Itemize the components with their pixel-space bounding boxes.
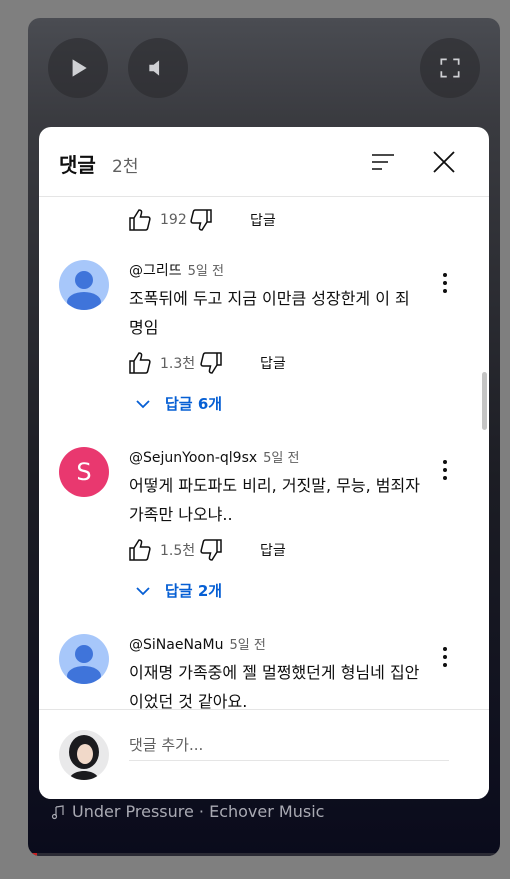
progress-bar[interactable] xyxy=(28,853,500,856)
reply-button[interactable]: 답글 xyxy=(250,210,276,230)
comment-author[interactable]: @SejunYoon-ql9sx 5일 전 xyxy=(129,447,299,466)
fullscreen-button[interactable] xyxy=(420,38,480,98)
view-replies-button[interactable]: 답글 2개 xyxy=(135,580,222,601)
comment-composer xyxy=(39,709,489,799)
comment-actions: 1.5천 답글 xyxy=(127,537,286,563)
user-avatar xyxy=(59,730,109,780)
comment-time: 5일 전 xyxy=(263,451,300,466)
comment-time: 5일 전 xyxy=(229,638,266,653)
comments-count: 2천 xyxy=(112,157,139,177)
comment-author[interactable]: @그리뜨 5일 전 xyxy=(129,260,224,280)
like-count: 1.3천 xyxy=(160,356,196,372)
like-count: 1.5천 xyxy=(160,543,196,559)
comments-list[interactable]: 192 답글 @그리뜨 5일 전 조폭뒤에 두고 지금 이만큼 성장한게 이 죄명… xyxy=(39,197,489,709)
replies-count: 답글 2개 xyxy=(165,582,223,600)
song-info[interactable]: Under Pressure · Echover Music xyxy=(50,802,324,821)
avatar-initial: S xyxy=(76,458,92,486)
play-button[interactable] xyxy=(48,38,108,98)
song-title: Under Pressure · Echover Music xyxy=(72,802,325,821)
volume-button[interactable] xyxy=(128,38,188,98)
reply-button[interactable]: 답글 xyxy=(260,540,286,560)
like-icon[interactable] xyxy=(127,207,153,233)
comments-sheet: 댓글 2천 192 답글 @그리뜨 5일 전 조폭뒤에 두고 지금 이만큼 성장… xyxy=(39,127,489,799)
author-name[interactable]: @SiNaeNaMu xyxy=(129,637,223,653)
view-replies-button[interactable]: 답글 6개 xyxy=(135,393,222,414)
like-icon[interactable] xyxy=(127,350,153,376)
comment-actions: 1.3천 답글 xyxy=(127,350,286,376)
default-avatar-icon xyxy=(59,634,109,684)
author-name[interactable]: @그리뜨 xyxy=(129,263,182,279)
avatar[interactable] xyxy=(59,260,109,310)
fullscreen-icon xyxy=(440,58,460,78)
chevron-down-icon xyxy=(136,586,150,595)
comment-text: 이재명 가족중에 젤 멀쩡했던게 형님네 집안이었던 것 같아요. xyxy=(129,663,420,709)
dislike-icon[interactable] xyxy=(198,537,224,563)
close-icon[interactable] xyxy=(431,149,457,175)
play-icon xyxy=(72,59,87,77)
scrollbar[interactable] xyxy=(482,372,487,430)
comment-actions: 192 답글 xyxy=(127,207,276,233)
volume-icon xyxy=(149,60,160,76)
dislike-icon[interactable] xyxy=(188,207,214,233)
comment-text: 어떻게 파도파도 비리, 거짓말, 무능, 범죄자 가족만 나오냐.. xyxy=(129,476,420,524)
comment-time: 5일 전 xyxy=(187,264,224,279)
like-icon[interactable] xyxy=(127,537,153,563)
author-name[interactable]: @SejunYoon-ql9sx xyxy=(129,450,257,466)
default-avatar-icon xyxy=(59,260,109,310)
comment-author[interactable]: @SiNaeNaMu 5일 전 xyxy=(129,634,266,653)
comments-title: 댓글 xyxy=(59,153,96,177)
comments-header: 댓글 2천 xyxy=(39,127,489,197)
reply-button[interactable]: 답글 xyxy=(260,353,286,373)
more-options-icon[interactable] xyxy=(437,646,453,668)
more-options-icon[interactable] xyxy=(437,459,453,481)
comment-input[interactable] xyxy=(129,730,449,761)
user-avatar-image xyxy=(59,730,109,780)
comment-text: 조폭뒤에 두고 지금 이만큼 성장한게 이 죄명임 xyxy=(129,289,410,337)
replies-count: 답글 6개 xyxy=(165,395,223,413)
music-note-icon xyxy=(51,804,64,819)
sort-icon[interactable] xyxy=(370,149,396,175)
avatar[interactable]: S xyxy=(59,447,109,497)
chevron-down-icon xyxy=(136,399,150,408)
dislike-icon[interactable] xyxy=(198,350,224,376)
more-options-icon[interactable] xyxy=(437,272,453,294)
avatar[interactable] xyxy=(59,634,109,684)
